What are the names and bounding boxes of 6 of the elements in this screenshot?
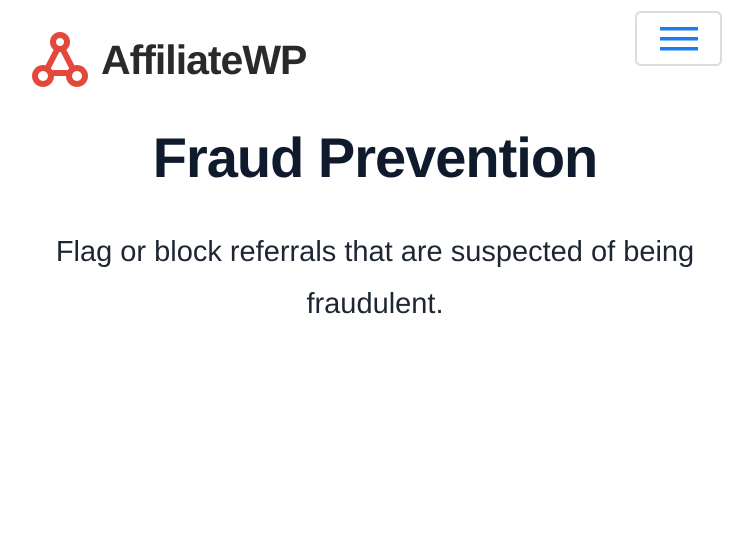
logo-text[interactable]: AffiliateWP xyxy=(101,36,306,84)
hero-description: Flag or block referrals that are suspected of being fraudulent. xyxy=(54,235,696,322)
menu-button[interactable] xyxy=(635,11,722,66)
menu-icon xyxy=(660,26,698,50)
hero-title: Fraud Prevention xyxy=(152,126,598,190)
logo-icon xyxy=(31,32,89,88)
